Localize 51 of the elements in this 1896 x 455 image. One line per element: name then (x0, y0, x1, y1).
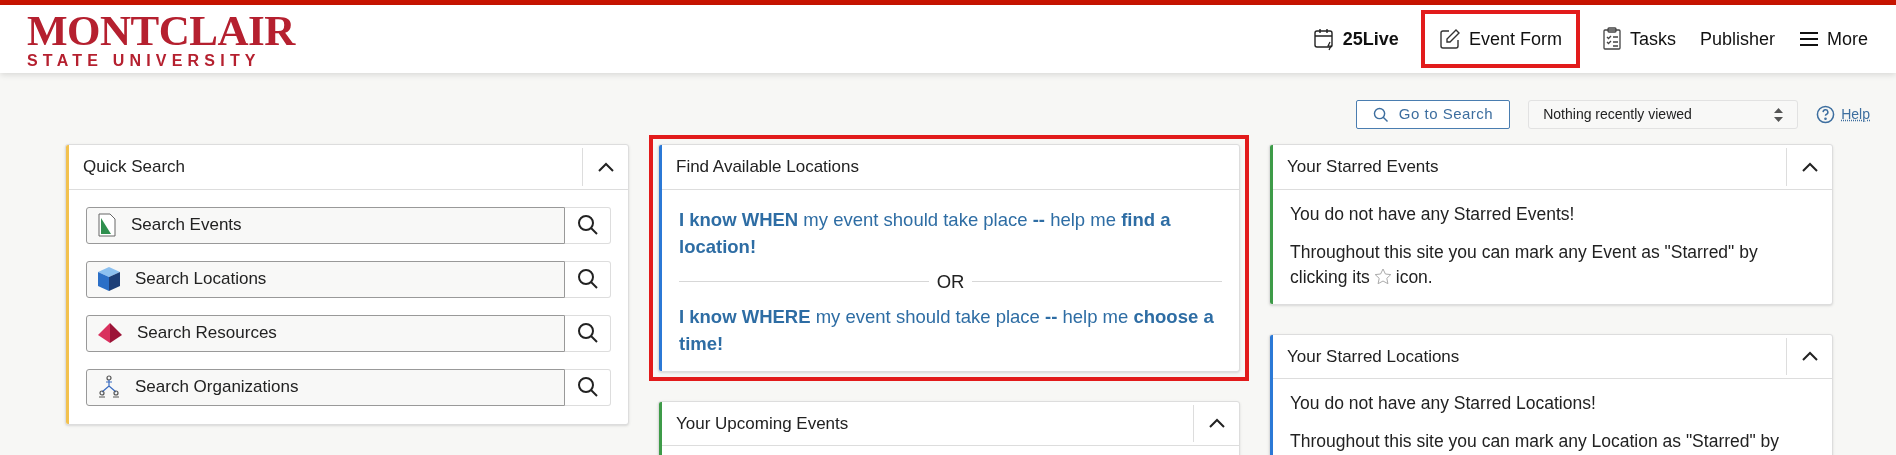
search-option-button[interactable]: Search Organizations (86, 368, 565, 406)
pyramid-icon (97, 322, 123, 344)
choose-time-link[interactable]: I know WHERE my event should take place -- help me choose a time! (679, 302, 1222, 357)
recent-select[interactable]: Nothing recently viewed (1528, 100, 1799, 129)
panel-title: Your Starred Locations (1286, 345, 1461, 368)
panel-title: Your Starred Events (1286, 156, 1440, 178)
empty-message: You do not have any Starred Locations! (1290, 392, 1597, 415)
nav-link[interactable]: 25Live (1300, 10, 1411, 68)
sort-arrows-icon (1774, 107, 1784, 122)
search-icon (576, 322, 599, 344)
org-chart-icon (97, 375, 121, 399)
search-option-button[interactable]: Search Resources (86, 314, 565, 352)
panel-title: Quick Search (82, 156, 187, 178)
chevron-up-icon (1208, 418, 1225, 429)
search-option-button[interactable]: Search Events (86, 206, 565, 244)
star-icon (1373, 268, 1392, 286)
university-logo[interactable]: MONTCLAIR STATE UNIVERSITY (27, 9, 295, 69)
search-button[interactable] (565, 206, 611, 244)
nav-link[interactable]: Publisher (1687, 10, 1787, 68)
hint-text: Throughout this site you can mark any Event as "Starred" by (1290, 240, 1758, 264)
help-link[interactable]: Help (1816, 104, 1870, 125)
search-button[interactable] (565, 368, 611, 406)
search-icon (576, 214, 599, 236)
go-to-search-button[interactable]: Go to Search (1355, 100, 1511, 129)
chevron-up-icon (1801, 161, 1818, 172)
clipboard-icon (1601, 27, 1622, 51)
panel-title: Find Available Locations (675, 156, 861, 178)
edit-icon (1438, 28, 1461, 50)
find-location-link[interactable]: I know WHEN my event should take place -- help me find a location! (679, 205, 1222, 260)
calendar-icon (1312, 27, 1335, 51)
search-icon (1372, 106, 1389, 123)
menu-icon (1799, 31, 1819, 47)
search-option-button[interactable]: Search Locations (86, 260, 565, 298)
nav-link[interactable]: More (1787, 10, 1880, 68)
search-button[interactable] (565, 260, 611, 298)
chevron-up-icon (1801, 351, 1818, 362)
or-separator: OR (936, 269, 965, 294)
cube-icon (97, 266, 121, 292)
hint-text: clicking its (1290, 265, 1370, 289)
chevron-up-icon (597, 161, 614, 172)
empty-message: You do not have any Starred Events! (1290, 202, 1576, 226)
search-icon (576, 376, 599, 398)
help-icon (1816, 105, 1836, 124)
hint-text: icon. (1395, 265, 1433, 289)
search-icon (576, 268, 599, 290)
hint-text: Throughout this site you can mark any Location as "Starred" by (1290, 430, 1780, 453)
nav-link[interactable]: Tasks (1589, 10, 1688, 68)
search-button[interactable] (565, 314, 611, 352)
nav-link[interactable]: Event Form (1420, 10, 1580, 68)
panel-title: Your Upcoming Events (675, 412, 850, 435)
document-icon (97, 213, 117, 237)
